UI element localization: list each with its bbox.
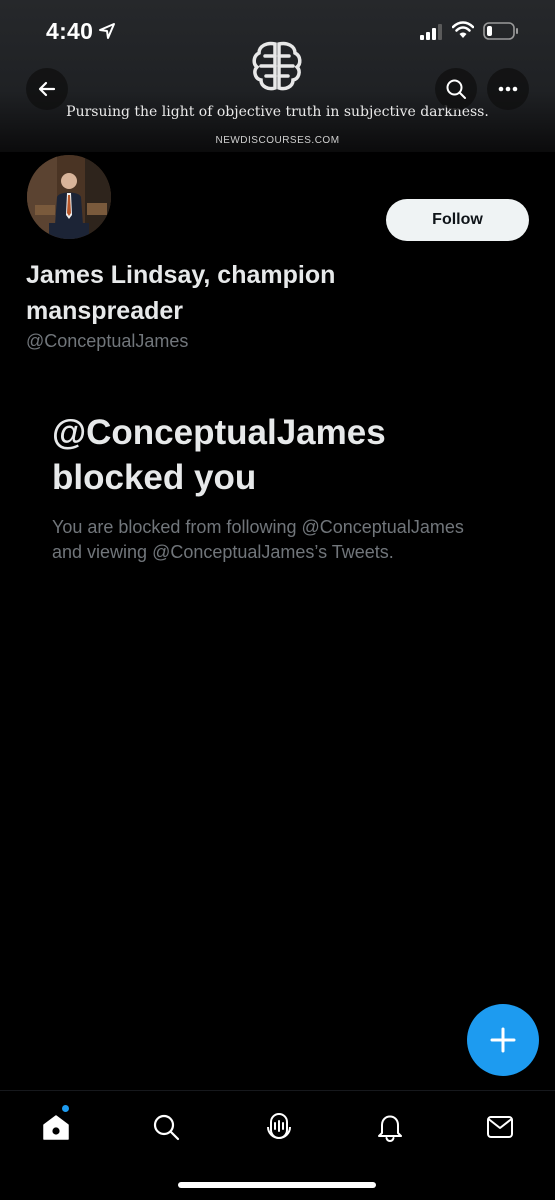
back-button[interactable] [26,68,68,110]
home-unread-dot [61,1104,70,1113]
status-bar: 4:40 [0,0,555,60]
cellular-signal-icon [420,24,442,40]
tab-spaces[interactable] [259,1107,299,1147]
search-icon [153,1114,180,1141]
blocked-description: You are blocked from following @Conceptu… [52,517,464,562]
more-dots-icon [498,86,518,92]
wifi-icon [452,21,474,38]
status-time: 4:40 [46,18,94,44]
home-icon [43,1115,69,1140]
tab-notifications[interactable] [370,1107,410,1147]
back-arrow-icon [38,81,56,97]
avatar-photo [27,155,111,239]
tab-home[interactable] [36,1107,76,1147]
compose-tweet-button[interactable] [467,1004,539,1076]
home-indicator[interactable] [178,1182,376,1188]
battery-icon [483,22,518,40]
spaces-icon [267,1113,291,1139]
tab-search[interactable] [146,1107,186,1147]
plus-icon [490,1027,516,1053]
blocked-heading: @ConceptualJames blocked you [52,413,386,497]
banner-site: NEWDISCOURSES.COM [215,135,340,146]
more-options-button[interactable] [487,68,529,110]
avatar[interactable] [24,152,114,242]
profile-search-button[interactable] [435,68,477,110]
banner-tagline: Pursuing the light of objective truth in… [66,104,489,120]
profile-handle: @ConceptualJames [26,331,189,351]
tab-messages[interactable] [480,1107,520,1147]
notifications-icon [378,1115,402,1142]
messages-icon [487,1116,513,1138]
profile-display-name: James Lindsay, champion manspreader [26,261,336,325]
follow-button[interactable]: Follow [386,199,529,241]
location-arrow-icon [99,23,115,39]
search-icon [446,79,466,99]
